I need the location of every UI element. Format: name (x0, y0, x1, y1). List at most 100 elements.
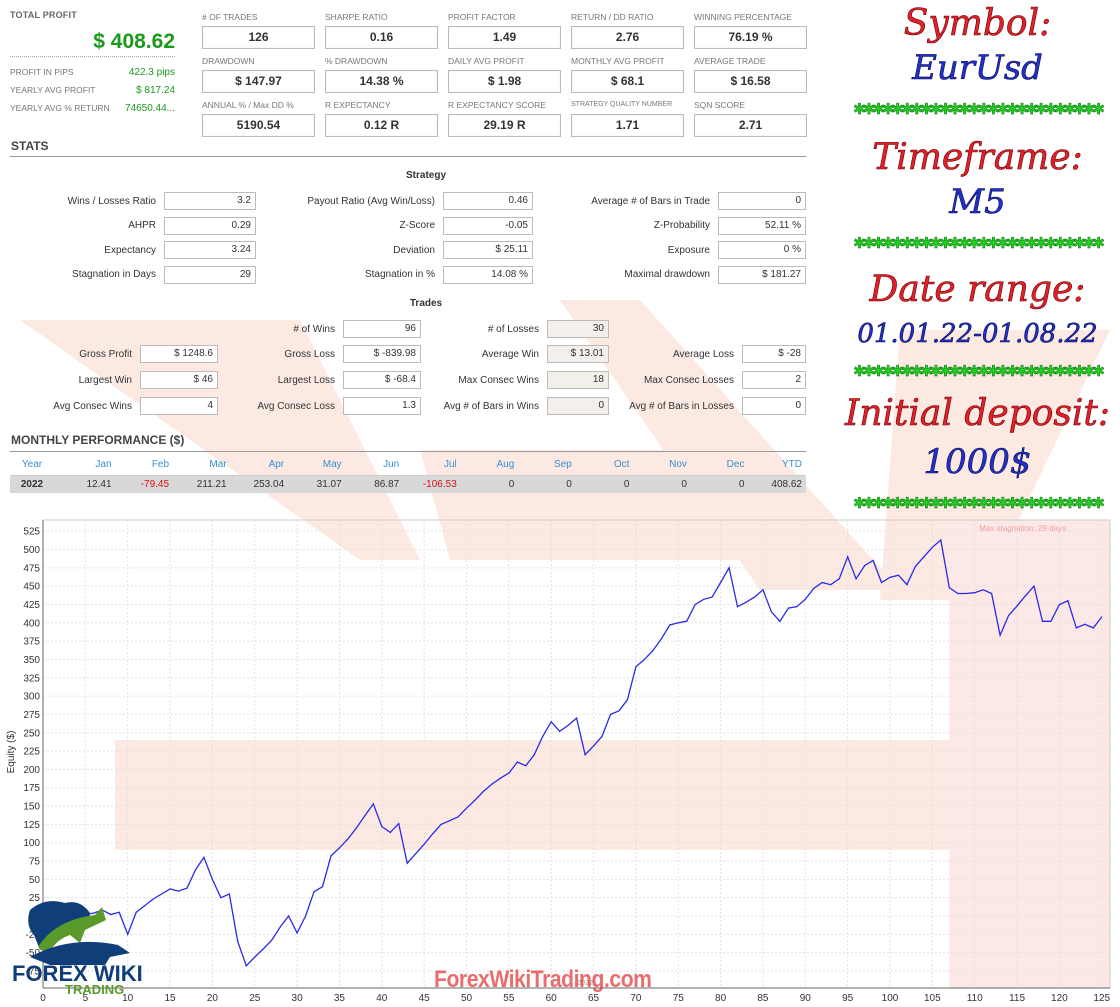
stat-row: Gross Loss $ -839.98 (200, 344, 421, 364)
y-tick-label: 375 (23, 637, 40, 648)
row-label: YEARLY AVG PROFIT (10, 85, 96, 95)
equity-point (279, 926, 281, 928)
equity-point (880, 581, 883, 584)
stat-row: Avg Consec Wins 4 (0, 396, 218, 416)
stat-label: Wins / Losses Ratio (67, 195, 156, 207)
metric-card: R EXPECTANCY SCORE 29.19 R (448, 98, 561, 142)
metric-value: $ 1.98 (448, 70, 561, 93)
stat-label: Deviation (393, 244, 435, 256)
stat-value: -0.05 (443, 216, 533, 235)
equity-point (711, 596, 713, 598)
equity-point (440, 823, 442, 825)
stat-value: $ 181.27 (718, 265, 806, 284)
equity-point (931, 546, 933, 548)
x-tick-label: 105 (924, 993, 941, 1004)
monthly-row: 2022 12.41 -79.45 211.21 253.04 31.07 86.87 -10… (10, 475, 806, 493)
equity-point (296, 932, 298, 934)
monthly-header-cell: Sep (554, 459, 572, 470)
x-tick-label: 35 (334, 993, 346, 1004)
metric-value: 14.38 % (325, 70, 438, 93)
date-range-label: Date range: (869, 269, 1086, 311)
stat-value: 14.08 % (443, 265, 533, 284)
stat-label: Stagnation in % (364, 269, 435, 280)
metric-label: AVERAGE TRADE (694, 56, 766, 66)
stat-label: Avg # of Bars in Wins (443, 400, 539, 412)
metric-card: SHARPE RATIO 0.16 (325, 10, 438, 54)
total-profit-value: $ 408.62 (10, 30, 175, 57)
equity-point (940, 539, 942, 541)
stat-row: Largest Win $ 46 (0, 370, 218, 390)
equity-point (1033, 585, 1035, 587)
equity-point (1016, 605, 1018, 607)
equity-point (389, 831, 391, 834)
equity-point (974, 592, 976, 594)
metric-value: 2.71 (694, 114, 807, 137)
equity-point (525, 765, 527, 767)
equity-point (186, 887, 188, 889)
x-tick-label: 15 (164, 993, 176, 1004)
total-profit-card: TOTAL PROFIT $ 408.62 PROFIT IN PIPS 422… (10, 10, 175, 117)
equity-point (567, 724, 569, 727)
monthly-cell: 31.07 (316, 479, 342, 490)
stat-label: Average Loss (673, 348, 734, 360)
x-tick-label: 75 (673, 993, 685, 1004)
equity-point (533, 754, 535, 756)
equity-point (838, 578, 840, 580)
equity-point (262, 948, 264, 950)
monthly-header-cell: YTD (781, 459, 802, 470)
stat-label: Payout Ratio (Avg Win/Loss) (307, 195, 435, 207)
equity-point (779, 620, 781, 622)
equity-point (338, 847, 341, 849)
equity-point (457, 816, 459, 818)
equity-point (1007, 614, 1010, 617)
y-tick-label: 175 (23, 783, 40, 794)
monthly-header-cell: Dec (726, 459, 745, 470)
equity-point (609, 713, 612, 716)
equity-point (237, 941, 239, 943)
metric-card: SQN SCORE 2.71 (694, 98, 807, 142)
stat-label: # of Wins (293, 323, 335, 335)
metric-label: STRATEGY QUALITY NUMBER (571, 101, 673, 108)
row-value: $ 817.24 (136, 85, 175, 96)
equity-point (169, 888, 171, 890)
equity-point (957, 592, 959, 595)
metric-card: STRATEGY QUALITY NUMBER 1.71 (571, 98, 684, 142)
equity-point (745, 601, 747, 603)
metric-value: $ 16.58 (694, 70, 807, 93)
star-divider: ✱✱✱✱✱✱✱✱✱✱✱✱✱✱✱✱✱✱✱✱✱✱✱✱✱✱ (853, 100, 1105, 118)
stat-label: Max Consec Wins (458, 374, 539, 386)
stat-label: Average # of Bars in Trade (591, 195, 710, 207)
x-tick-label: 95 (842, 993, 854, 1004)
equity-point (1075, 627, 1077, 629)
monthly-cell: -106.53 (422, 479, 457, 490)
stat-row: Stagnation in Days 29 (0, 265, 256, 285)
metric-card: DRAWDOWN $ 147.97 (202, 54, 315, 98)
monthly-header-cell: May (322, 459, 342, 470)
stat-row: Average Loss $ -28 (560, 344, 806, 364)
stat-value: 0 % (718, 241, 806, 259)
metric-label: SQN SCORE (694, 100, 746, 110)
metric-label: PROFIT FACTOR (448, 12, 516, 22)
equity-point (813, 587, 815, 589)
monthly-cell: 12.41 (86, 479, 112, 490)
stats-divider (10, 156, 806, 157)
monthly-cell: 86.87 (374, 479, 400, 490)
metric-label: ANNUAL % / Max DD % (202, 100, 294, 110)
y-tick-label: 300 (23, 692, 40, 703)
monthly-table: Year Jan Feb Mar Apr May Jun Jul Aug Sep Oct Nov Dec… (10, 457, 806, 493)
equity-point (736, 606, 739, 608)
stat-row: Payout Ratio (Avg Win/Loss) 0.46 (240, 191, 533, 211)
equity-point (863, 565, 866, 567)
equity-point (330, 855, 332, 857)
stat-label: Expectancy (104, 244, 156, 256)
stat-row: Maximal drawdown $ 181.27 (540, 265, 806, 285)
equity-point (313, 891, 315, 893)
equity-point (1024, 595, 1027, 597)
equity-point (686, 620, 688, 622)
equity-point (999, 634, 1001, 636)
equity-point (965, 592, 967, 595)
stat-row: Stagnation in % 14.08 % (240, 265, 533, 285)
stagnation-label: Max stagnation: 29 days (979, 524, 1066, 533)
monthly-cell: 0 (623, 479, 630, 490)
x-tick-label: 110 (967, 993, 983, 1004)
